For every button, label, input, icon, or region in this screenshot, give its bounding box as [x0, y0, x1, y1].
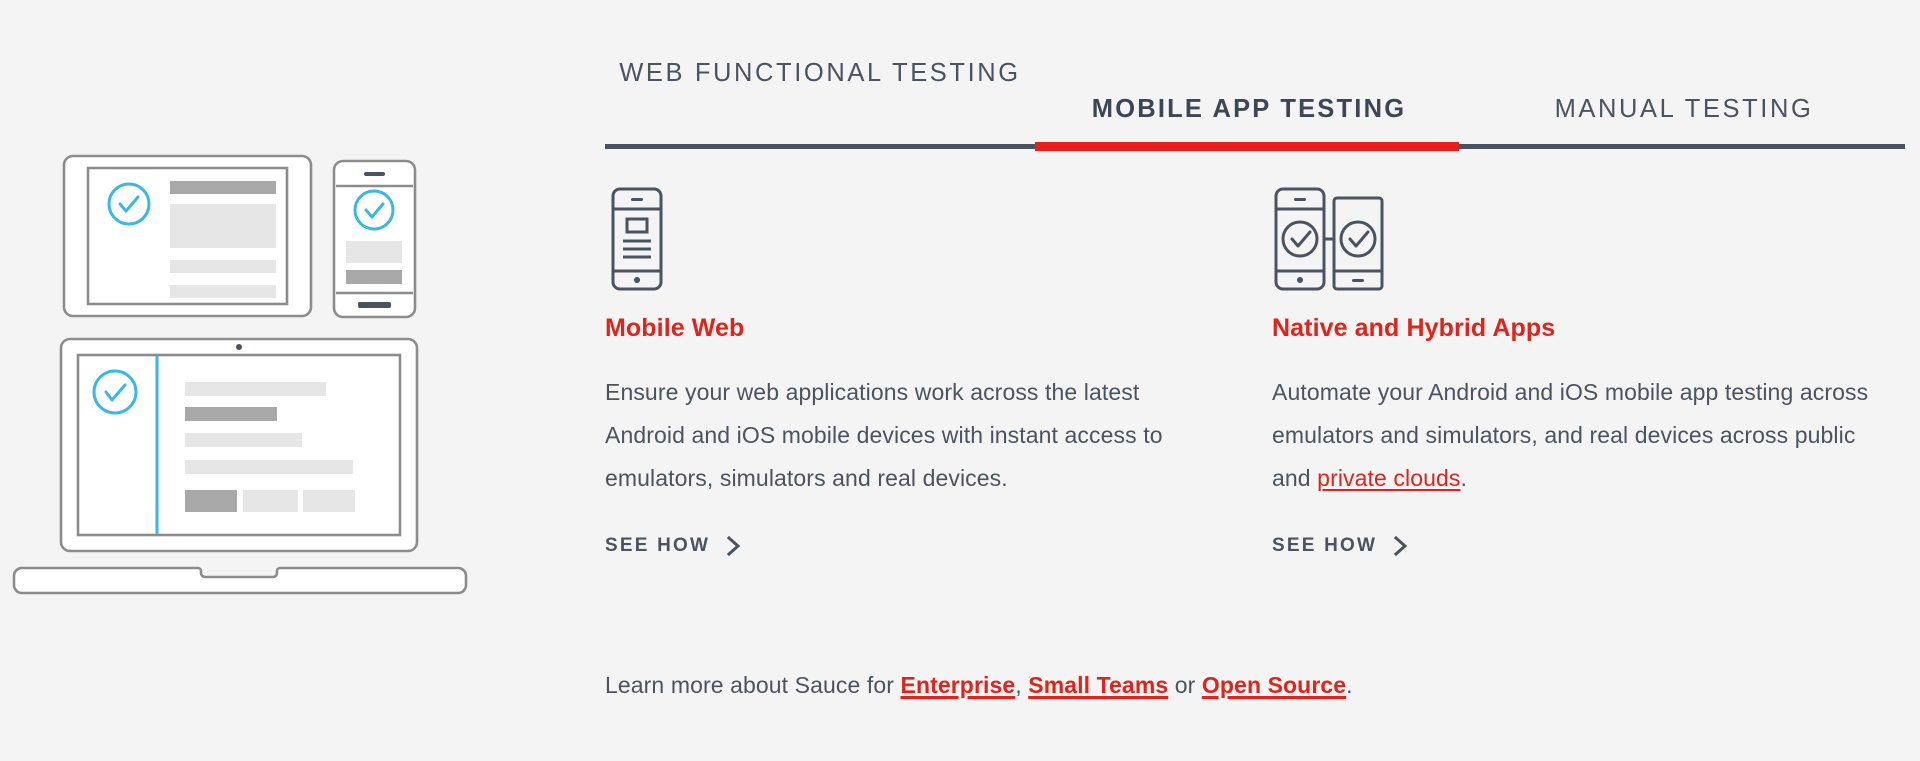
feature-column-mobile-web: Mobile Web Ensure your web applications …: [605, 185, 1225, 557]
see-how-link-mobile-web[interactable]: See How: [605, 535, 742, 557]
see-how-label: See How: [1272, 535, 1378, 556]
enterprise-link[interactable]: Enterprise: [901, 672, 1016, 698]
chevron-right-icon: [726, 535, 742, 557]
feature-body: Automate your Android and iOS mobile app…: [1272, 371, 1872, 500]
open-source-link[interactable]: Open Source: [1202, 672, 1346, 698]
see-how-label: See How: [605, 535, 711, 556]
learn-more-text: Learn more about Sauce for Enterprise, S…: [605, 669, 1353, 701]
page-root: Web Functional Testing Mobile App Testin…: [0, 0, 1920, 761]
devices-testing-illustration: [0, 130, 480, 610]
feature-column-native-hybrid-apps: Native and Hybrid Apps Automate your And…: [1272, 185, 1892, 557]
feature-body-text: Ensure your web applications work across…: [605, 379, 1163, 491]
learn-more-sep-2: or: [1168, 672, 1202, 698]
small-teams-link[interactable]: Small Teams: [1028, 672, 1168, 698]
tab-manual-testing[interactable]: Manual Testing: [1463, 91, 1905, 127]
feature-title: Mobile Web: [605, 314, 745, 342]
feature-title: Native and Hybrid Apps: [1272, 314, 1556, 342]
mobile-phone-icon: [605, 185, 1225, 293]
tab-active-indicator: [1035, 142, 1459, 151]
two-phones-check-icon: [1272, 185, 1892, 293]
feature-body-text-tail: .: [1460, 465, 1467, 491]
chevron-right-icon: [1393, 535, 1409, 557]
tab-mobile-app-testing[interactable]: Mobile App Testing: [1035, 91, 1463, 127]
tab-bar: Web Functional Testing Mobile App Testin…: [605, 38, 1905, 148]
learn-more-lead: Learn more about Sauce for: [605, 672, 901, 698]
learn-more-sep-1: ,: [1015, 672, 1029, 698]
feature-body: Ensure your web applications work across…: [605, 371, 1205, 500]
learn-more-tail: .: [1346, 672, 1353, 698]
private-clouds-link[interactable]: private clouds: [1317, 465, 1460, 491]
tab-web-functional-testing[interactable]: Web Functional Testing: [605, 55, 1035, 91]
see-how-link-native-hybrid-apps[interactable]: See How: [1272, 535, 1409, 557]
content-panel: Web Functional Testing Mobile App Testin…: [605, 0, 1905, 761]
